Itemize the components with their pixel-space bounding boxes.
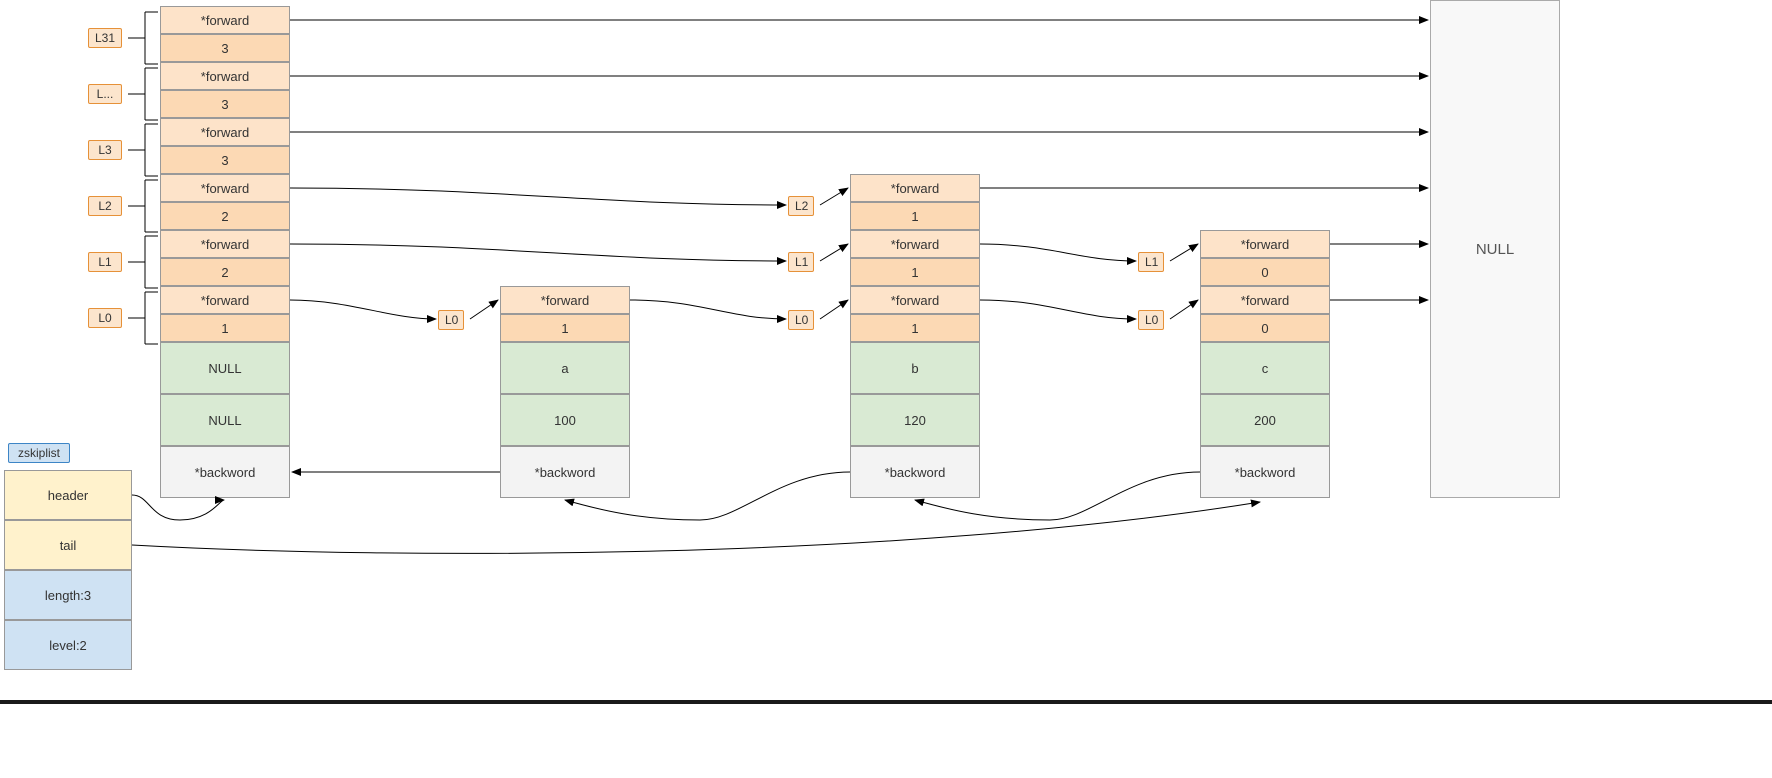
level-label-l31: L31 xyxy=(88,28,122,48)
header-l2-forward: *forward xyxy=(160,174,290,202)
header-obj: NULL xyxy=(160,342,290,394)
midlabel-l0a: L0 xyxy=(438,310,464,330)
level-label-l1: L1 xyxy=(88,252,122,272)
nodea-backward: *backword xyxy=(500,446,630,498)
nodea-obj: a xyxy=(500,342,630,394)
level-label-ldots: L... xyxy=(88,84,122,104)
header-l1-span: 2 xyxy=(160,258,290,286)
midlabel-l0b: L0 xyxy=(788,310,814,330)
nodec-l0-forward: *forward xyxy=(1200,286,1330,314)
zskiplist-length: length:3 xyxy=(4,570,132,620)
nodea-score: 100 xyxy=(500,394,630,446)
header-l3-forward: *forward xyxy=(160,118,290,146)
nodec-l1-forward: *forward xyxy=(1200,230,1330,258)
nodeb-l1-span: 1 xyxy=(850,258,980,286)
zskiplist-title: zskiplist xyxy=(8,443,70,463)
header-l0-span: 1 xyxy=(160,314,290,342)
header-l0-forward: *forward xyxy=(160,286,290,314)
nodec-backward: *backword xyxy=(1200,446,1330,498)
nodeb-l2-span: 1 xyxy=(850,202,980,230)
nodec-l1-span: 0 xyxy=(1200,258,1330,286)
nodeb-obj: b xyxy=(850,342,980,394)
bottom-divider xyxy=(0,700,1772,704)
midlabel-l0c: L0 xyxy=(1138,310,1164,330)
nodec-score: 200 xyxy=(1200,394,1330,446)
zskiplist-header: header xyxy=(4,470,132,520)
header-l2-span: 2 xyxy=(160,202,290,230)
nodeb-score: 120 xyxy=(850,394,980,446)
nodeb-l0-span: 1 xyxy=(850,314,980,342)
zskiplist-level: level:2 xyxy=(4,620,132,670)
null-box: NULL xyxy=(1430,0,1560,498)
nodec-l0-span: 0 xyxy=(1200,314,1330,342)
header-l31-forward: *forward xyxy=(160,6,290,34)
level-label-l0: L0 xyxy=(88,308,122,328)
nodeb-l2-forward: *forward xyxy=(850,174,980,202)
nodeb-l1-forward: *forward xyxy=(850,230,980,258)
header-l31-span: 3 xyxy=(160,34,290,62)
nodec-obj: c xyxy=(1200,342,1330,394)
header-l1-forward: *forward xyxy=(160,230,290,258)
nodea-l0-forward: *forward xyxy=(500,286,630,314)
nodeb-l0-forward: *forward xyxy=(850,286,980,314)
header-ldots-span: 3 xyxy=(160,90,290,118)
midlabel-l1c: L1 xyxy=(1138,252,1164,272)
zskiplist-tail: tail xyxy=(4,520,132,570)
midlabel-l2b: L2 xyxy=(788,196,814,216)
level-label-l3: L3 xyxy=(88,140,122,160)
midlabel-l1b: L1 xyxy=(788,252,814,272)
header-score: NULL xyxy=(160,394,290,446)
nodea-l0-span: 1 xyxy=(500,314,630,342)
header-ldots-forward: *forward xyxy=(160,62,290,90)
nodeb-backward: *backword xyxy=(850,446,980,498)
level-label-l2: L2 xyxy=(88,196,122,216)
header-l3-span: 3 xyxy=(160,146,290,174)
header-backward: *backword xyxy=(160,446,290,498)
